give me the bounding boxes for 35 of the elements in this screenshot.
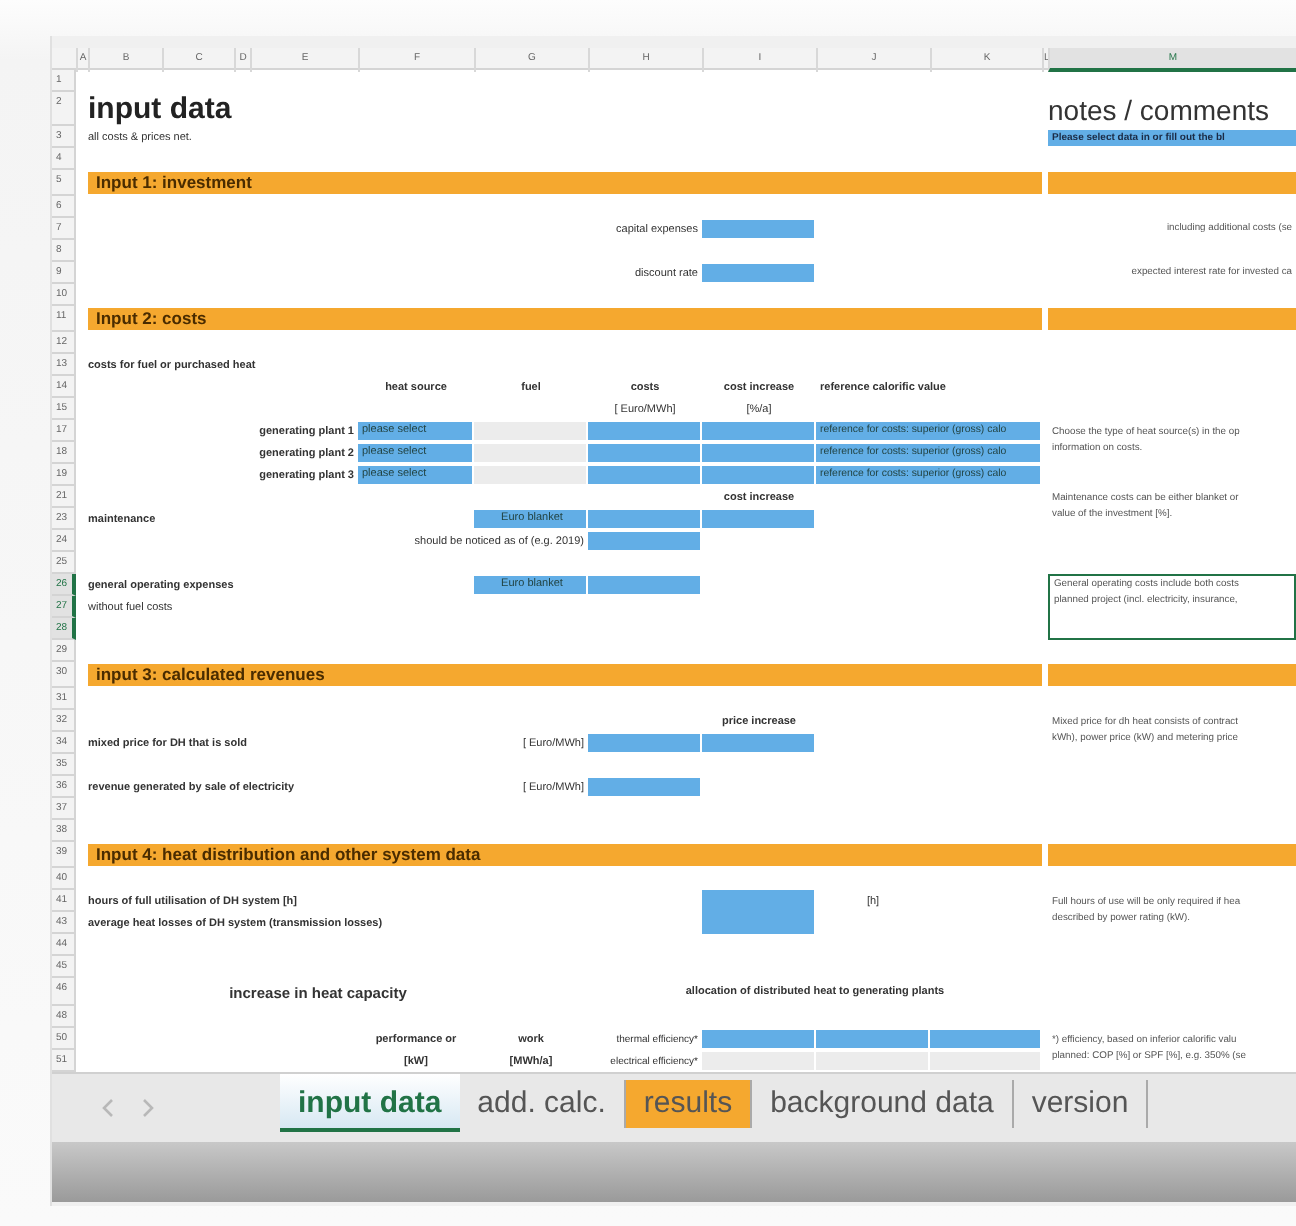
input-cell[interactable] [588, 778, 700, 796]
sheet-tab[interactable]: background data [752, 1080, 1014, 1128]
input-cell[interactable] [816, 1030, 928, 1048]
section-bar: Input 2: costs [88, 308, 1042, 330]
input-cell[interactable] [588, 576, 700, 594]
input-cell[interactable] [702, 1030, 814, 1048]
input-cell[interactable] [702, 444, 814, 462]
input-cell[interactable] [702, 912, 814, 934]
input-cell[interactable] [588, 422, 700, 440]
table-cell [474, 466, 586, 484]
sheet-title: input data [88, 94, 234, 126]
sheet-tab[interactable]: results [625, 1080, 753, 1128]
scroll-right-icon[interactable] [140, 1098, 156, 1118]
input-cell[interactable] [588, 444, 700, 462]
input-cell[interactable] [702, 264, 814, 282]
input-cell[interactable] [588, 466, 700, 484]
input-cell[interactable] [702, 890, 814, 912]
input-cell[interactable] [702, 510, 814, 528]
input-cell[interactable] [930, 1030, 1040, 1048]
input-cell[interactable] [702, 220, 814, 238]
sheet-tab[interactable]: version [1013, 1080, 1149, 1128]
input-cell[interactable] [588, 734, 700, 752]
input-cell[interactable] [588, 510, 700, 528]
section-bar: Input 1: investment [88, 172, 1042, 194]
section-bar: Input 4: heat distribution and other system data [88, 844, 1042, 866]
input-cell[interactable] [702, 734, 814, 752]
section-bar: input 3: calculated revenues [88, 664, 1042, 686]
input-cell[interactable] [702, 466, 814, 484]
input-cell[interactable] [702, 422, 814, 440]
notes-title: notes / comments [1048, 94, 1271, 126]
scroll-left-icon[interactable] [100, 1098, 116, 1118]
input-cell[interactable] [588, 532, 700, 550]
sheet-tab[interactable]: input data [280, 1074, 460, 1132]
table-cell [474, 444, 586, 462]
table-cell [474, 422, 586, 440]
